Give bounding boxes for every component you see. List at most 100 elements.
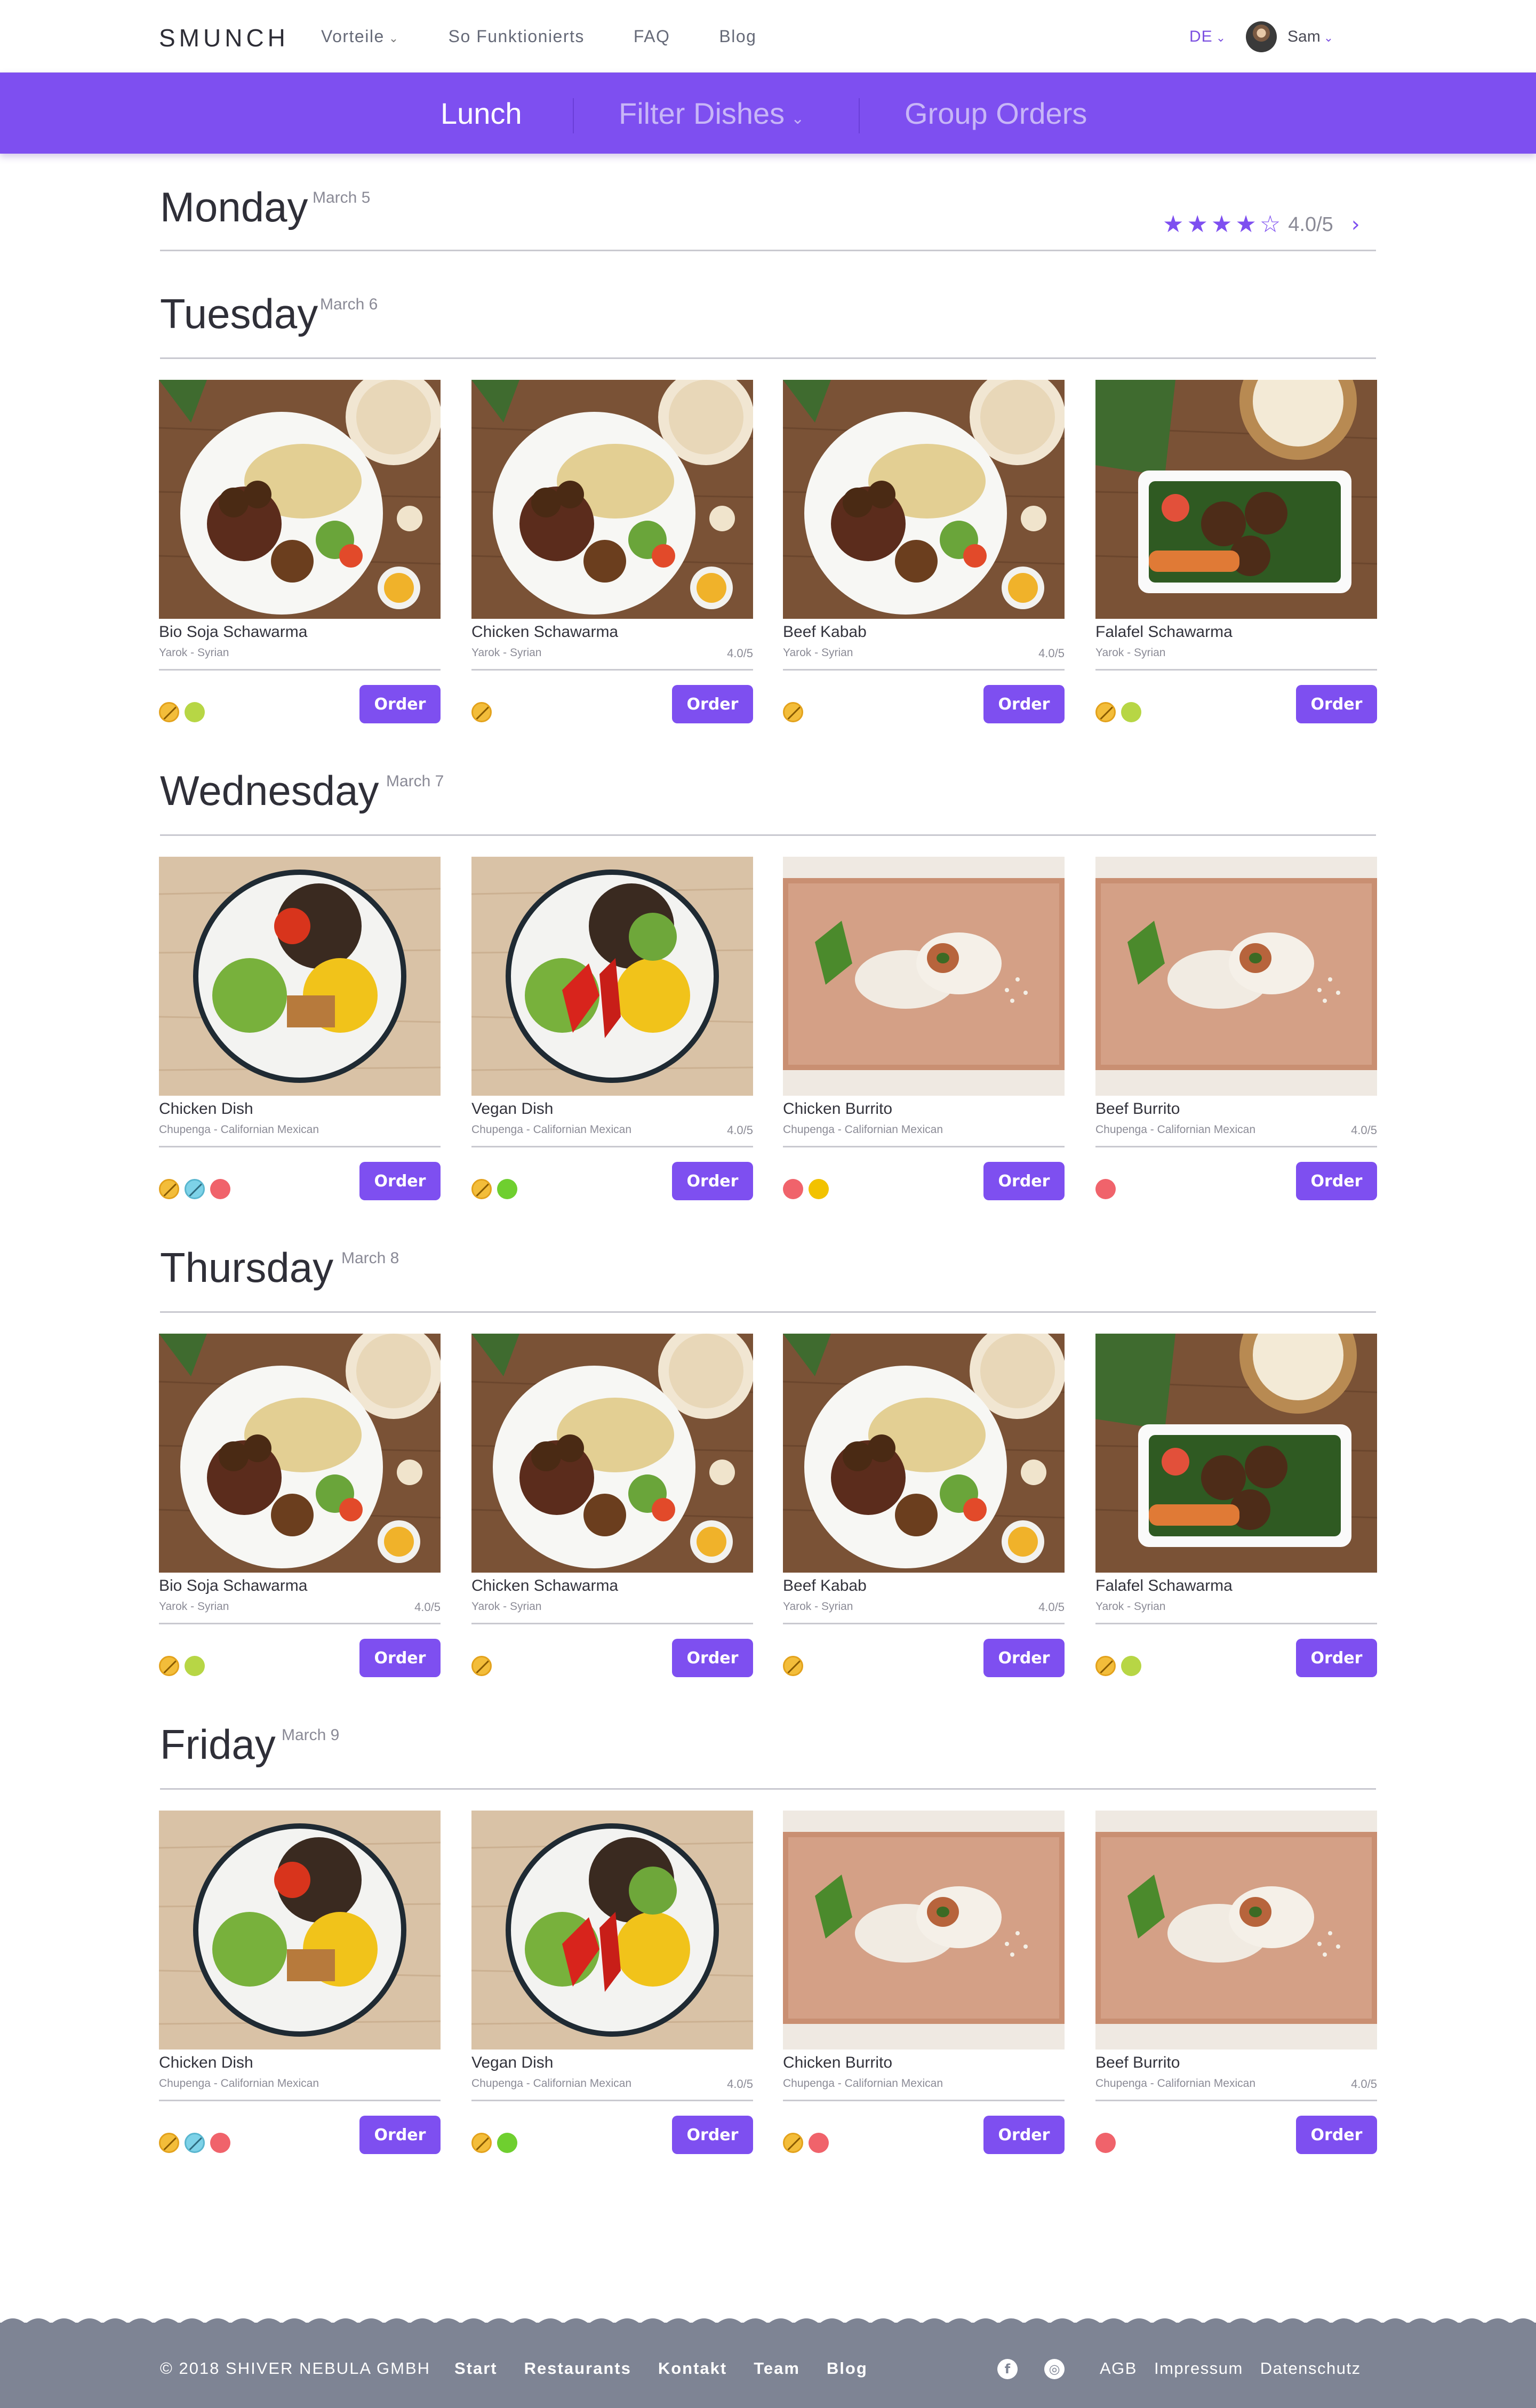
dish-tags [1095, 702, 1141, 722]
dish-card[interactable] [159, 380, 441, 619]
nav-so-funktionierts[interactable]: So Funktionierts [449, 27, 585, 46]
dish-photo[interactable] [159, 1334, 441, 1573]
dish-card[interactable] [471, 1334, 753, 1573]
dish-name[interactable]: Bio Soja Schawarma [159, 1577, 307, 1595]
dish-photo[interactable] [783, 380, 1065, 619]
order-button[interactable]: Order [672, 1162, 753, 1200]
divider [1095, 1623, 1377, 1624]
user-menu[interactable]: Sam ⌄ [1287, 28, 1333, 46]
day-date: March 9 [282, 1726, 340, 1744]
order-button[interactable]: Order [359, 685, 441, 723]
dish-name[interactable]: Chicken Schawarma [471, 1577, 618, 1595]
nav-blog[interactable]: Blog [719, 27, 756, 46]
logo[interactable]: SMUNCH [159, 23, 289, 52]
dish-card[interactable] [471, 1811, 753, 2050]
dish-photo[interactable] [159, 1811, 441, 2050]
language-selector[interactable]: DE ⌄ [1189, 28, 1226, 46]
order-button[interactable]: Order [983, 2116, 1065, 2154]
dish-name[interactable]: Chicken Dish [159, 1100, 253, 1118]
dish-photo[interactable] [783, 857, 1065, 1096]
spicy-tag-icon [1095, 2133, 1116, 2153]
dish-photo[interactable] [1095, 380, 1377, 619]
order-button[interactable]: Order [672, 2116, 753, 2154]
dish-name[interactable]: Chicken Burrito [783, 2054, 892, 2072]
dish-name[interactable]: Beef Burrito [1095, 1100, 1180, 1118]
footer-link-team[interactable]: Team [754, 2359, 800, 2378]
dish-card[interactable] [783, 1334, 1065, 1573]
dish-name[interactable]: Beef Burrito [1095, 2054, 1180, 2072]
facebook-icon[interactable]: f [997, 2359, 1018, 2379]
dish-photo[interactable] [783, 1334, 1065, 1573]
order-button[interactable]: Order [672, 685, 753, 723]
footer-link-impressum[interactable]: Impressum [1154, 2359, 1243, 2378]
order-button[interactable]: Order [1296, 1639, 1377, 1677]
order-button[interactable]: Order [983, 1639, 1065, 1677]
instagram-icon[interactable]: ◎ [1044, 2359, 1065, 2379]
footer-link-agb[interactable]: AGB [1100, 2359, 1137, 2378]
dish-restaurant: Yarok - Syrian [471, 647, 542, 659]
dish-rating: 4.0/5 [1038, 647, 1065, 660]
avatar[interactable] [1246, 21, 1277, 52]
dish-card[interactable] [1095, 857, 1377, 1096]
order-button[interactable]: Order [359, 2116, 441, 2154]
order-button[interactable]: Order [359, 1639, 441, 1677]
dish-card[interactable] [783, 1811, 1065, 2050]
dish-rating: 4.0/5 [1038, 1600, 1065, 1614]
nav-vorteile[interactable]: Vorteile ⌄ [321, 27, 399, 46]
dish-card[interactable] [471, 380, 753, 619]
footer-link-kontakt[interactable]: Kontakt [658, 2359, 727, 2378]
dish-photo[interactable] [159, 857, 441, 1096]
dish-name[interactable]: Falafel Schawarma [1095, 1577, 1233, 1595]
dish-card[interactable] [471, 857, 753, 1096]
dish-name[interactable]: Chicken Burrito [783, 1100, 892, 1118]
dish-photo[interactable] [471, 380, 753, 619]
dish-card[interactable] [783, 380, 1065, 619]
dish-card[interactable] [1095, 1811, 1377, 2050]
dish-restaurant: Chupenga - Californian Mexican [783, 1123, 943, 1136]
dish-photo[interactable] [1095, 857, 1377, 1096]
dish-photo[interactable] [159, 380, 441, 619]
dish-name[interactable]: Chicken Dish [159, 2054, 253, 2072]
dish-name[interactable]: Chicken Schawarma [471, 623, 618, 641]
day-header-wednesday: Wednesday March 7 [160, 767, 1376, 815]
chevron-right-icon[interactable]: › [1351, 212, 1360, 237]
dish-name[interactable]: Vegan Dish [471, 1100, 553, 1118]
order-button[interactable]: Order [983, 685, 1065, 723]
footer-link-start[interactable]: Start [454, 2359, 498, 2378]
footer-link-datenschutz[interactable]: Datenschutz [1260, 2359, 1361, 2378]
tab-group-orders[interactable]: Group Orders [905, 96, 1087, 131]
dish-photo[interactable] [471, 1334, 753, 1573]
dish-name[interactable]: Falafel Schawarma [1095, 623, 1233, 641]
dish-card[interactable] [159, 857, 441, 1096]
dish-card[interactable] [783, 857, 1065, 1096]
tab-lunch[interactable]: Lunch [441, 96, 522, 131]
footer-legal: AGB Impressum Datenschutz [1100, 2359, 1361, 2378]
dish-name[interactable]: Beef Kabab [783, 623, 867, 641]
footer-link-blog[interactable]: Blog [827, 2359, 868, 2378]
dish-card[interactable] [1095, 380, 1377, 619]
order-button[interactable]: Order [983, 1162, 1065, 1200]
order-button[interactable]: Order [1296, 1162, 1377, 1200]
dish-photo[interactable] [783, 1811, 1065, 2050]
footer-link-restaurants[interactable]: Restaurants [524, 2359, 631, 2378]
order-button[interactable]: Order [672, 1639, 753, 1677]
dish-photo[interactable] [1095, 1334, 1377, 1573]
dish-photo[interactable] [471, 1811, 753, 2050]
dish-name[interactable]: Bio Soja Schawarma [159, 623, 307, 641]
user-name: Sam [1287, 28, 1321, 45]
filter-dishes-dropdown[interactable]: Filter Dishes ⌄ [619, 96, 804, 131]
divider [160, 357, 1376, 359]
dish-card[interactable] [1095, 1334, 1377, 1573]
order-button[interactable]: Order [1296, 2116, 1377, 2154]
order-button[interactable]: Order [359, 1162, 441, 1200]
order-button[interactable]: Order [1296, 685, 1377, 723]
dish-card[interactable] [159, 1334, 441, 1573]
dish-name[interactable]: Beef Kabab [783, 1577, 867, 1595]
dish-photo[interactable] [1095, 1811, 1377, 2050]
dish-photo[interactable] [471, 857, 753, 1096]
dish-card[interactable] [159, 1811, 441, 2050]
nav-vorteile-label: Vorteile [321, 27, 385, 46]
nav-faq[interactable]: FAQ [634, 27, 670, 46]
dish-name[interactable]: Vegan Dish [471, 2054, 553, 2072]
dish-restaurant: Chupenga - Californian Mexican [471, 2077, 631, 2090]
